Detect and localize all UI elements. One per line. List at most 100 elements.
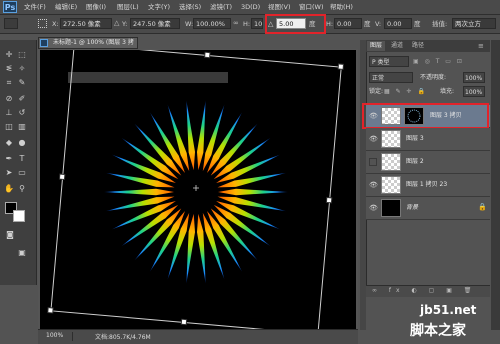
- interpolation-label: 插值:: [432, 20, 448, 28]
- layer-filter-icons[interactable]: ▣ ◎ T ▭ ⊡: [413, 56, 483, 67]
- fill-label: 填充:: [440, 88, 455, 95]
- lock-icon: 🔒: [478, 203, 487, 211]
- vskew-label: V:: [375, 20, 382, 28]
- status-divider: [72, 332, 73, 341]
- blend-mode-select[interactable]: 正常: [369, 72, 413, 83]
- right-dock: [491, 40, 500, 330]
- menu-3d[interactable]: 3D(D): [241, 2, 260, 12]
- photoshop-logo-icon: Ps: [3, 1, 17, 13]
- menu-window[interactable]: 窗口(W): [299, 2, 324, 12]
- h-label: H:: [243, 20, 251, 28]
- crop-tool-icon[interactable]: ⌗: [4, 78, 14, 88]
- visibility-toggle-off[interactable]: [369, 158, 377, 166]
- pen-tool-icon[interactable]: ✒: [4, 154, 14, 164]
- eraser-tool-icon[interactable]: ◫: [4, 122, 14, 132]
- history-brush-icon[interactable]: ↺: [17, 108, 27, 118]
- hskew-label: H:: [326, 20, 334, 28]
- center-crosshair-icon: [193, 185, 199, 191]
- hskew-field[interactable]: 0.00: [334, 18, 362, 29]
- zoom-tool-icon[interactable]: ⚲: [17, 184, 27, 194]
- lock-label: 锁定:: [369, 88, 384, 95]
- menu-image[interactable]: 图像(I): [86, 2, 106, 12]
- fill-field[interactable]: 100%: [463, 86, 485, 97]
- stamp-tool-icon[interactable]: ⊥: [4, 108, 14, 118]
- tab-layers[interactable]: 图层: [367, 41, 386, 51]
- layer-thumbnail: [381, 176, 401, 194]
- document-info[interactable]: 文档:805.7K/4.76M: [95, 332, 151, 341]
- quick-mask-icon[interactable]: ◙: [5, 230, 15, 240]
- menu-edit[interactable]: 编辑(E): [55, 2, 77, 12]
- background-color-swatch[interactable]: [13, 210, 25, 222]
- tab-channels[interactable]: 通道: [388, 41, 406, 51]
- screen-mode-icon[interactable]: ▣: [17, 248, 27, 258]
- layer-name[interactable]: 背景: [406, 197, 418, 219]
- menu-file[interactable]: 文件(F): [24, 2, 46, 12]
- type-tool-icon[interactable]: T: [17, 154, 27, 164]
- blur-tool-icon[interactable]: ◆: [4, 138, 14, 148]
- w-label: W:: [185, 20, 194, 28]
- delta-icon[interactable]: △: [114, 19, 120, 28]
- menu-filter[interactable]: 滤镜(T): [210, 2, 232, 12]
- vskew-field[interactable]: 0.00: [384, 18, 412, 29]
- watermark-name: 脚本之家: [410, 323, 466, 339]
- visibility-eye-icon[interactable]: 👁: [369, 181, 378, 189]
- vskew-unit: 度: [414, 20, 421, 28]
- w-field[interactable]: 100.00%: [193, 18, 231, 29]
- marquee-tool-icon[interactable]: ⬚: [17, 50, 27, 60]
- rotate-highlight-box: [265, 14, 326, 34]
- menu-type[interactable]: 文字(Y): [148, 2, 170, 12]
- layer-highlight-box: [362, 103, 489, 129]
- layer-name[interactable]: 图层 3: [406, 128, 424, 150]
- layer-name[interactable]: 图层 1 拷贝 23: [406, 174, 447, 196]
- x-field[interactable]: 272.50 像素: [60, 18, 112, 29]
- h-field[interactable]: 100.00%: [251, 18, 263, 29]
- starburst: [104, 100, 288, 284]
- opacity-label: 不透明度:: [420, 74, 447, 81]
- link-icon[interactable]: ∞: [233, 19, 239, 27]
- layer-filter-kind[interactable]: P 类型: [369, 56, 409, 67]
- y-label: Y:: [122, 20, 128, 28]
- shape-tool-icon[interactable]: ▭: [17, 168, 27, 178]
- menu-help[interactable]: 帮助(H): [330, 2, 353, 12]
- menu-layer[interactable]: 图层(L): [117, 2, 139, 12]
- document-ps-icon: [40, 39, 48, 47]
- opacity-field[interactable]: 100%: [463, 72, 485, 83]
- canvas-artwork: [47, 50, 345, 329]
- status-bar: [38, 329, 358, 344]
- healing-brush-icon[interactable]: ⊘: [4, 94, 14, 104]
- layer-thumbnail-background: [381, 199, 401, 217]
- menu-view[interactable]: 视图(V): [268, 2, 291, 12]
- hand-tool-icon[interactable]: ✋: [4, 184, 14, 194]
- magic-wand-tool-icon[interactable]: ✧: [17, 64, 27, 74]
- visibility-eye-icon[interactable]: 👁: [369, 135, 378, 143]
- menu-select[interactable]: 选择(S): [179, 2, 201, 12]
- visibility-eye-icon[interactable]: 👁: [369, 204, 378, 212]
- gradient-tool-icon[interactable]: ▥: [17, 122, 27, 132]
- layer-thumbnail: [381, 130, 401, 148]
- path-selection-icon[interactable]: ➤: [4, 168, 14, 178]
- layer-thumbnail: [381, 153, 401, 171]
- document-tab[interactable]: 未标题-1 @ 100% (图层 3 拷贝, RGB/8) *: [38, 37, 138, 56]
- y-field[interactable]: 247.50 像素: [130, 18, 180, 29]
- tab-paths[interactable]: 路径: [409, 41, 427, 51]
- eyedropper-tool-icon[interactable]: ✎: [17, 78, 27, 88]
- canvas[interactable]: [40, 50, 356, 329]
- lock-icons[interactable]: ▦ ✎ ✛ 🔒: [384, 86, 427, 97]
- layers-footer-icons[interactable]: ∞ fx ◐ ▢ ▣ 🗑: [372, 285, 476, 296]
- lasso-tool-icon[interactable]: ᓬ: [4, 64, 14, 74]
- interpolation-select[interactable]: 两次立方: [452, 18, 496, 29]
- zoom-level[interactable]: 100%: [46, 332, 63, 339]
- brush-tool-icon[interactable]: ✐: [17, 94, 27, 104]
- move-tool-icon[interactable]: ✛: [4, 50, 14, 60]
- watermark-url: jb51.net: [420, 303, 477, 317]
- dodge-tool-icon[interactable]: ●: [17, 138, 27, 148]
- starburst-ray: [104, 188, 174, 196]
- hskew-unit: 度: [364, 20, 371, 28]
- panel-menu-icon[interactable]: ≡: [478, 42, 484, 50]
- x-label: X:: [52, 20, 59, 28]
- starburst-ray: [218, 188, 288, 196]
- reference-point-icon[interactable]: [38, 19, 47, 28]
- blurred-bar: [68, 72, 228, 83]
- transform-tool-icon[interactable]: [4, 18, 18, 29]
- layer-name[interactable]: 图层 2: [406, 151, 424, 173]
